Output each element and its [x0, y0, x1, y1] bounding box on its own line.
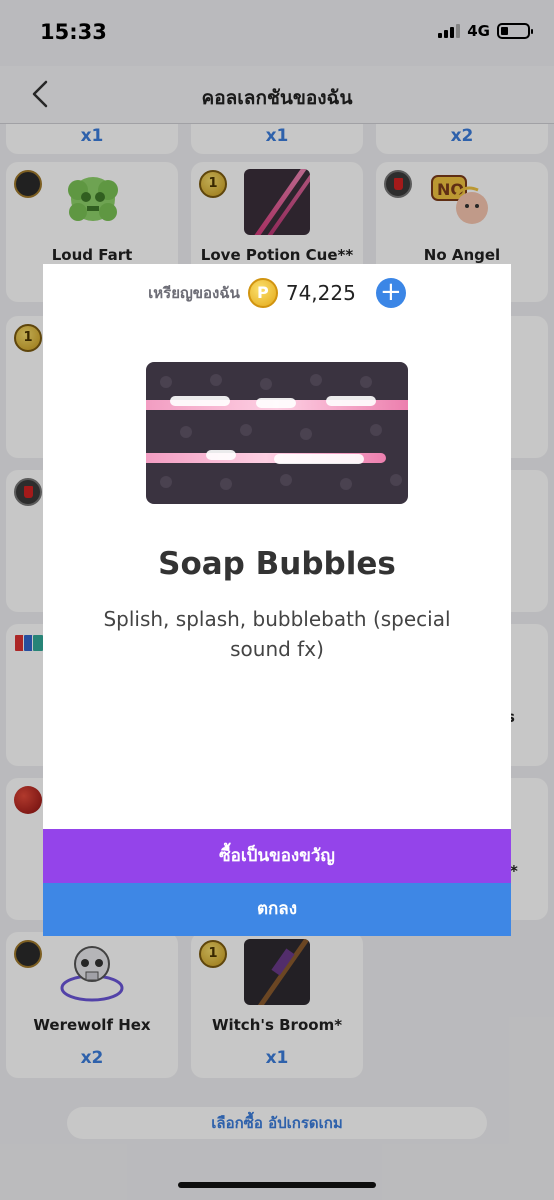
bubble-decoration	[274, 454, 364, 464]
pattern-background	[160, 374, 402, 490]
item-detail-modal: เหรียญของฉัน P 74,225 + Soap Bubbles Spl…	[43, 264, 511, 936]
bubble-decoration	[256, 398, 296, 408]
ok-button[interactable]: ตกลง	[43, 883, 511, 936]
bubble-decoration	[170, 396, 230, 406]
coins-balance: เหรียญของฉัน P 74,225 +	[43, 276, 511, 310]
item-preview-image	[146, 362, 408, 504]
bubble-decoration	[206, 450, 236, 460]
item-description: Splish, splash, bubblebath (special soun…	[103, 607, 451, 661]
item-title: Soap Bubbles	[158, 546, 396, 582]
coins-value: 74,225	[285, 281, 356, 305]
add-coins-button[interactable]: +	[375, 278, 406, 308]
buy-as-gift-button[interactable]: ซื้อเป็นของขวัญ	[43, 829, 511, 883]
bubble-decoration	[326, 396, 376, 406]
coins-label: เหรียญของฉัน	[148, 284, 240, 302]
coin-icon: P	[247, 278, 278, 308]
